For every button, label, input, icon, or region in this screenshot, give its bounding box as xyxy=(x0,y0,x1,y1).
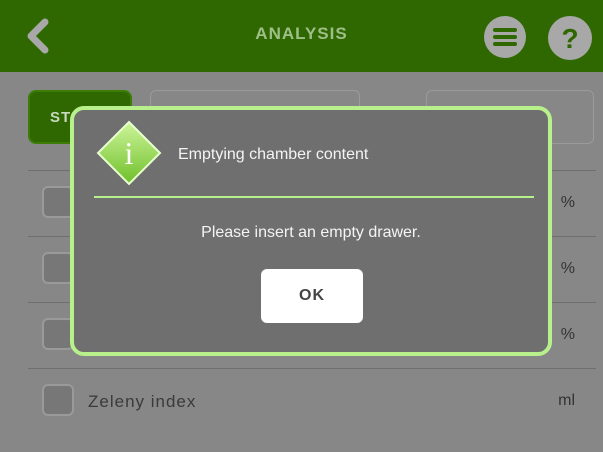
row-unit: % xyxy=(560,260,575,277)
info-icon: i xyxy=(96,120,162,186)
start-button-label: ST xyxy=(50,108,72,126)
ok-button-label: OK xyxy=(299,287,325,304)
row-label: Zeleny index xyxy=(88,392,197,411)
ok-button[interactable]: OK xyxy=(261,269,363,323)
info-dialog: i Emptying chamber content Please insert… xyxy=(70,106,552,356)
dialog-title: Emptying chamber content xyxy=(178,146,369,163)
app-screen: ANALYSIS ? ST % % % Zeleny index ml i Em… xyxy=(0,0,603,452)
dialog-divider xyxy=(94,196,534,198)
dialog-message: Please insert an empty drawer. xyxy=(201,224,421,241)
menu-button[interactable] xyxy=(484,16,526,58)
app-header: ANALYSIS ? xyxy=(0,0,603,72)
help-button[interactable]: ? xyxy=(548,16,592,60)
row-divider xyxy=(28,368,596,369)
row-unit: % xyxy=(560,326,575,343)
help-icon: ? xyxy=(548,16,592,60)
row-checkbox[interactable] xyxy=(42,384,74,416)
svg-text:?: ? xyxy=(561,23,578,54)
row-unit: % xyxy=(560,194,575,211)
svg-text:i: i xyxy=(125,135,134,171)
menu-icon xyxy=(484,16,526,58)
row-unit: ml xyxy=(558,392,575,409)
